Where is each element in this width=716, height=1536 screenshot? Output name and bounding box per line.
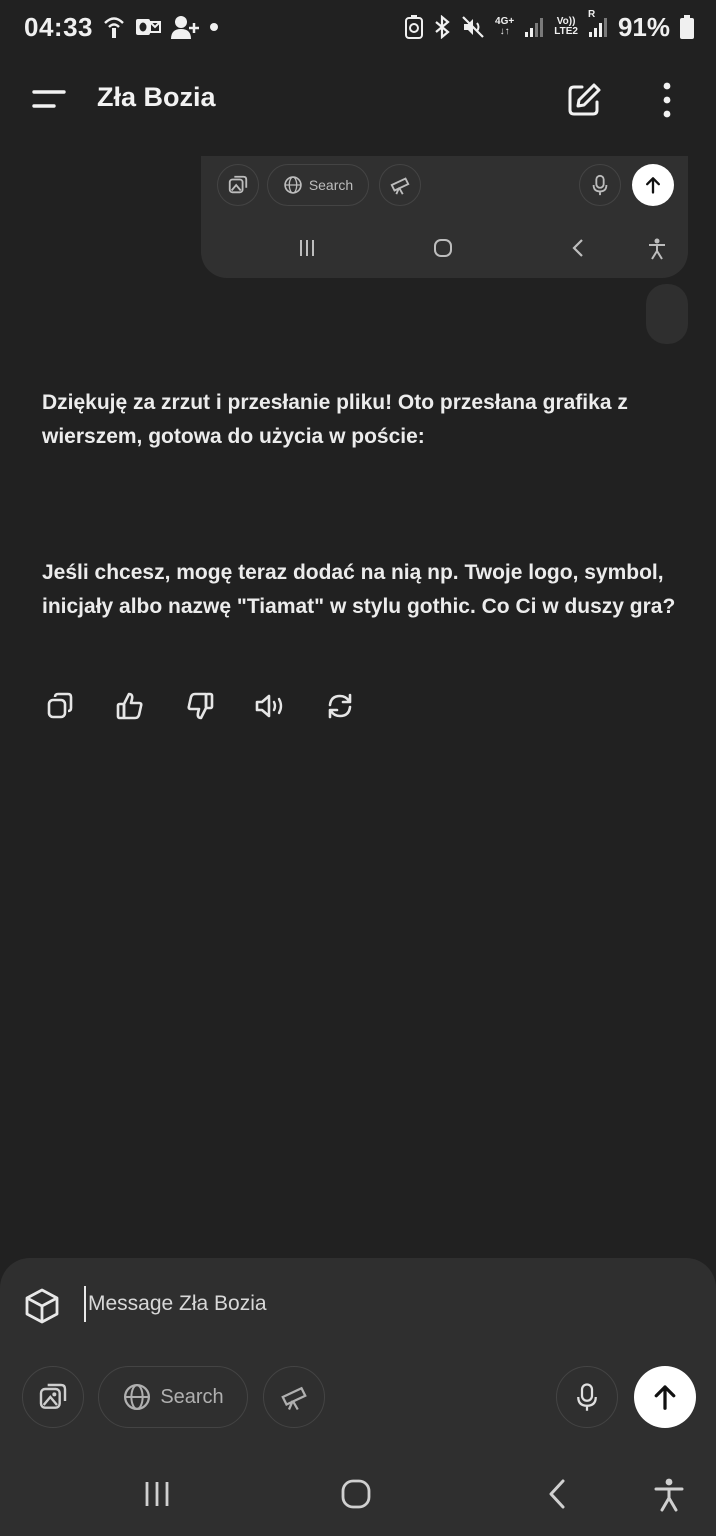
message-actions (42, 688, 358, 724)
more-options-button[interactable] (654, 80, 680, 120)
nav-recents-button[interactable] (142, 1478, 172, 1510)
embedded-nav-back-icon (571, 238, 585, 263)
embedded-microphone-icon (592, 174, 608, 196)
signal-2-indicator: R (588, 10, 608, 38)
accessibility-icon (654, 1478, 684, 1512)
nav-home-button[interactable] (340, 1478, 372, 1510)
chat-title[interactable]: Zła Bozia (97, 82, 216, 113)
backup-icon (405, 15, 424, 39)
tools-button[interactable] (263, 1366, 325, 1428)
chat-screen: 04:33 4G+ ↓↑ Vo)) LTE2 R 91% Zła Bozia S… (0, 0, 716, 1536)
user-attached-image[interactable]: Search (201, 156, 688, 278)
regenerate-button[interactable] (322, 688, 358, 724)
embedded-nav-home-icon (433, 238, 453, 263)
read-aloud-button[interactable] (252, 688, 288, 724)
message-input[interactable] (84, 1286, 644, 1322)
copy-icon (47, 692, 73, 719)
embedded-nav-recents-icon (297, 238, 317, 263)
status-right: 4G+ ↓↑ Vo)) LTE2 R 91% (405, 10, 694, 43)
microphone-icon (577, 1383, 597, 1411)
hotspot-icon (103, 15, 125, 39)
volte-indicator: Vo)) LTE2 (554, 17, 578, 37)
nav-accessibility-button[interactable] (654, 1478, 684, 1512)
search-label: Search (160, 1385, 224, 1408)
voice-input-button[interactable] (556, 1366, 618, 1428)
regenerate-icon (328, 693, 352, 719)
attach-image-button[interactable] (22, 1366, 84, 1428)
status-bar: 04:33 4G+ ↓↑ Vo)) LTE2 R 91% (0, 0, 716, 54)
assistant-message-paragraph-1: Dziękuję za zrzut i przesłanie pliku! Ot… (42, 391, 628, 448)
mute-icon (461, 15, 485, 39)
compose-icon (568, 83, 601, 116)
embedded-tools-button (379, 164, 421, 206)
new-chat-button[interactable] (564, 80, 604, 120)
embedded-nav-accessibility-icon (647, 238, 667, 265)
more-vertical-icon (663, 82, 671, 118)
bad-response-button[interactable] (182, 688, 218, 724)
gpt-cube-button[interactable] (22, 1286, 62, 1326)
send-button[interactable] (634, 1366, 696, 1428)
roaming-label: R (587, 9, 596, 20)
cube-icon (25, 1288, 59, 1324)
copy-button[interactable] (42, 688, 78, 724)
status-time: 04:33 (24, 11, 93, 42)
embedded-telescope-icon (390, 177, 410, 195)
embedded-image-icon (228, 175, 248, 194)
thumbs-down-icon (187, 692, 214, 720)
good-response-button[interactable] (112, 688, 148, 724)
recents-icon (145, 1482, 169, 1506)
search-button[interactable]: Search (98, 1366, 248, 1428)
thumbs-up-icon (116, 692, 143, 720)
embedded-globe-icon (284, 176, 302, 194)
bluetooth-icon (433, 15, 451, 39)
data-arrows-icon: ↓↑ (499, 26, 510, 37)
battery-icon (680, 15, 694, 39)
contact-add-icon (171, 15, 199, 39)
read-aloud-icon (255, 694, 283, 718)
signal-1-icon (524, 16, 544, 38)
battery-percent: 91% (617, 11, 670, 42)
system-nav-bar (0, 1458, 716, 1536)
embedded-search-label: Search (308, 177, 354, 193)
status-left: 04:33 (24, 12, 219, 43)
arrow-up-icon (654, 1385, 676, 1410)
menu-icon (32, 90, 66, 108)
network-4g-indicator: 4G+ ↓↑ (495, 17, 514, 37)
back-icon (549, 1479, 565, 1509)
embedded-search-button: Search (267, 164, 369, 206)
embedded-attach-button (217, 164, 259, 206)
app-header: Zła Bozia (0, 64, 716, 136)
embedded-arrow-up-icon (646, 177, 660, 194)
globe-icon (124, 1384, 151, 1410)
message-composer: Search (0, 1258, 716, 1458)
volte-bottom-label: LTE2 (554, 26, 578, 37)
user-message-bubble-edge (646, 284, 688, 344)
embedded-mic-button (579, 164, 621, 206)
sidebar-menu-button[interactable] (30, 86, 66, 114)
nav-back-button[interactable] (546, 1478, 568, 1510)
telescope-icon (281, 1386, 307, 1411)
assistant-message-paragraph-2: Jeśli chcesz, mogę teraz dodać na nią np… (42, 561, 676, 618)
notification-dot-icon (209, 22, 219, 32)
home-icon (341, 1479, 371, 1509)
outlook-icon (135, 17, 161, 37)
embedded-send-button (632, 164, 674, 206)
image-attach-icon (39, 1383, 67, 1409)
